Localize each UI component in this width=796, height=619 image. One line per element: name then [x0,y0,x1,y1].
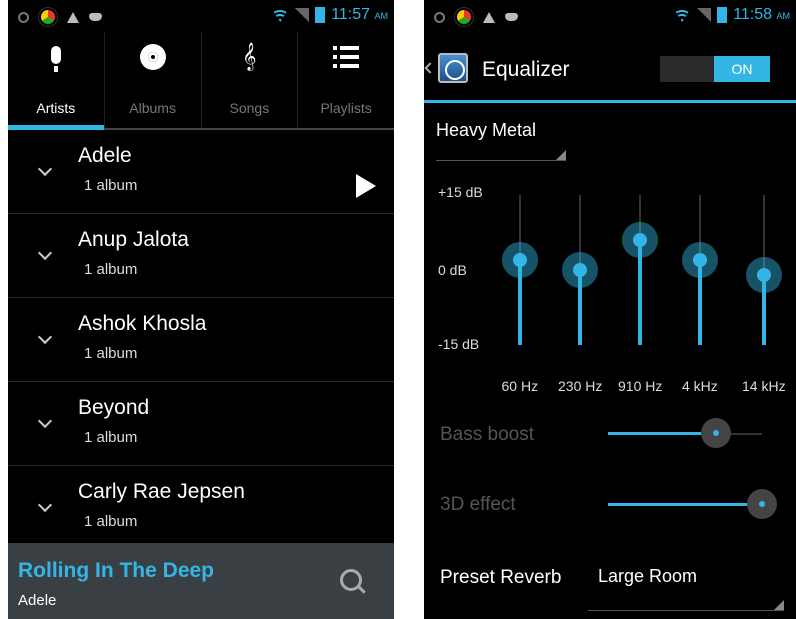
tab-albums[interactable]: Albums [105,32,202,128]
3d-effect-slider[interactable] [608,489,777,519]
tab-songs[interactable]: 𝄞 Songs [202,32,299,128]
tab-label: Artists [36,100,76,116]
bass-boost-label: Bass boost [440,424,534,445]
chevron-down-icon[interactable] [37,245,53,261]
album-count: 1 album [84,429,138,446]
bass-boost-slider[interactable] [608,418,762,448]
band-knob[interactable] [682,242,718,278]
search-icon[interactable] [340,569,362,591]
dropdown-corner-icon [774,600,784,610]
now-playing-artist: Adele [18,592,57,609]
artist-name: Adele [78,144,132,167]
band-frequency-label: 910 Hz [618,378,663,394]
preset-reverb-value: Large Room [598,566,698,586]
band-knob[interactable] [746,257,782,293]
band-frequency-label: 60 Hz [501,378,539,394]
tab-label: Songs [229,100,270,116]
list-item[interactable]: Anup Jalota 1 album [8,214,394,298]
list-item[interactable]: Carly Rae Jepsen 1 album [8,466,394,550]
bass-boost-thumb[interactable] [700,418,731,448]
tab-playlists[interactable]: Playlists [298,32,394,128]
battery-icon [315,7,326,23]
album-count: 1 album [84,345,138,362]
artist-name: Ashok Khosla [78,312,207,335]
chrome-icon [39,8,57,26]
artist-name: Beyond [78,396,150,419]
album-count: 1 album [84,261,138,278]
band-sliders: 60 Hz 230 Hz 910 Hz 4 kHz 14 kHz [424,0,796,619]
band-knob[interactable] [562,252,598,288]
album-count: 1 album [84,513,138,530]
equalizer-screen: 11:58 AM Equalizer ON Heavy Metal +15 dB… [424,0,796,619]
now-playing-title: Rolling In The Deep [18,559,215,582]
notification-dot-icon [18,11,29,23]
album-count: 1 album [84,177,138,194]
artist-name: Carly Rae Jepsen [78,480,245,503]
signal-icon [295,8,310,22]
wifi-icon [271,8,290,22]
band-knob[interactable] [502,242,538,278]
status-clock: 11:57 AM [331,6,388,23]
play-icon[interactable] [356,174,376,198]
band-frequency-label: 4 kHz [682,378,718,394]
chevron-down-icon[interactable] [37,161,53,177]
tab-label: Albums [129,100,176,116]
list-icon [333,46,360,68]
artist-list: Adele 1 album Anup Jalota 1 album Ashok … [8,130,394,550]
chevron-down-icon[interactable] [37,329,53,345]
chevron-down-icon[interactable] [37,413,53,429]
bass-boost-fill [608,432,716,435]
treble-clef-icon: 𝄞 [242,42,257,70]
band-frequency-label: 230 Hz [558,378,603,394]
microphone-icon [50,46,61,72]
list-item[interactable]: Ashok Khosla 1 album [8,298,394,382]
preset-reverb-dropdown[interactable]: Large Room [588,558,784,611]
tab-label: Playlists [320,100,372,116]
android-icon [89,13,102,21]
band-frequency-label: 14 kHz [742,378,786,394]
preset-reverb-label: Preset Reverb [440,567,562,588]
warning-icon [67,11,79,23]
status-bar: 11:57 AM [8,0,394,32]
list-item[interactable]: Beyond 1 album [8,382,394,466]
artist-name: Anup Jalota [78,228,189,251]
disc-icon [139,44,166,70]
now-playing-bar[interactable]: Rolling In The Deep Adele [8,543,394,619]
band-knob[interactable] [622,222,658,258]
chevron-down-icon[interactable] [37,497,53,513]
music-player-screen: 11:57 AM Artists Albums 𝄞 Songs Playlist… [8,0,394,619]
library-tabs: Artists Albums 𝄞 Songs Playlists [8,32,394,130]
3d-effect-label: 3D effect [440,494,516,515]
list-item[interactable]: Adele 1 album [8,130,394,214]
3d-effect-thumb[interactable] [747,489,777,519]
tab-artists[interactable]: Artists [8,32,105,130]
3d-effect-fill [608,503,762,506]
